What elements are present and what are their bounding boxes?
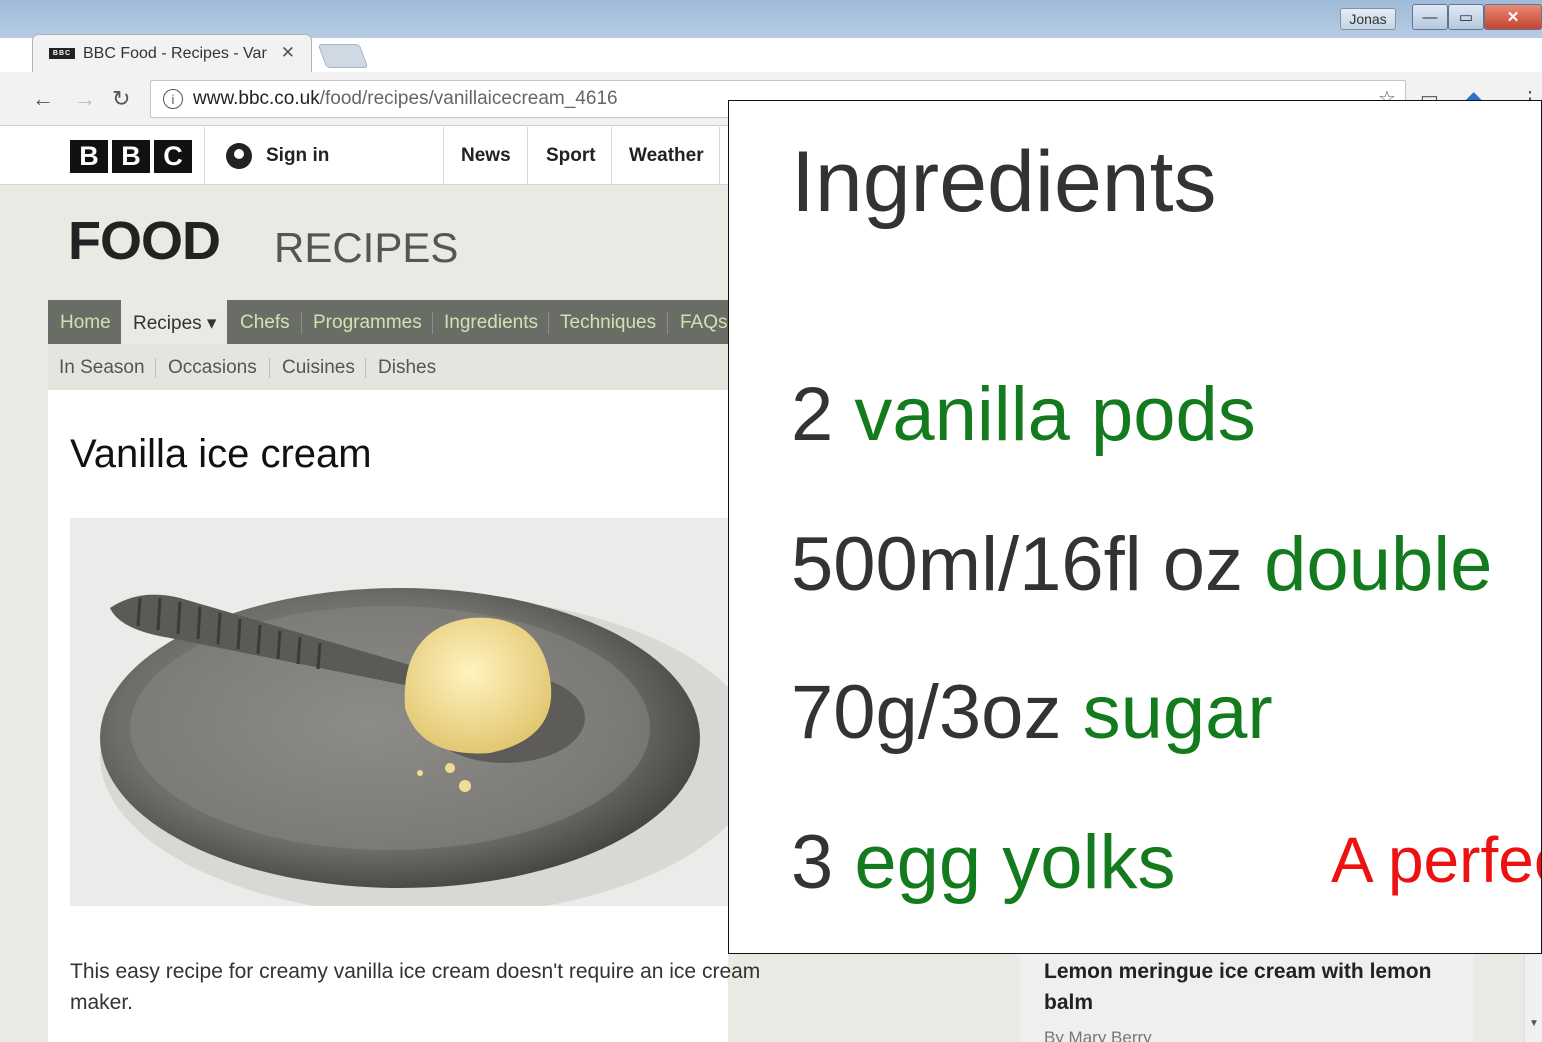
- divider: [432, 312, 433, 334]
- ingredients-heading: Ingredients: [791, 134, 1217, 230]
- ingredient-item: 2 vanilla pods: [791, 372, 1256, 457]
- info-icon[interactable]: i: [163, 89, 183, 109]
- scroll-down-icon[interactable]: ▼: [1529, 1018, 1539, 1029]
- ingredients-zoom-overlay: Ingredients 2 vanilla pods 500ml/16fl oz…: [728, 100, 1542, 954]
- main-nav-techniques[interactable]: Techniques: [560, 312, 656, 334]
- close-window-button[interactable]: ✕: [1484, 4, 1542, 30]
- forward-arrow-icon[interactable]: →: [74, 86, 96, 112]
- divider: [365, 358, 366, 378]
- nav-weather[interactable]: Weather: [629, 145, 704, 167]
- url-host: www.bbc.co.uk: [193, 88, 320, 109]
- new-tab-button[interactable]: [317, 44, 369, 68]
- bbc-logo[interactable]: B B C: [70, 140, 192, 173]
- main-nav-home[interactable]: Home: [60, 312, 111, 334]
- bbc-favicon-icon: BBC: [49, 48, 75, 59]
- sub-nav-dishes[interactable]: Dishes: [378, 357, 436, 379]
- recipe-description: This easy recipe for creamy vanilla ice …: [70, 960, 761, 1014]
- main-nav-ingredients[interactable]: Ingredients: [444, 312, 538, 334]
- annotation-text: A perfect: [1331, 824, 1541, 896]
- sign-in-link[interactable]: Sign in: [226, 143, 329, 169]
- main-nav-programmes[interactable]: Programmes: [313, 312, 422, 334]
- window-titlebar: [0, 0, 1542, 38]
- reload-icon[interactable]: ↻: [112, 86, 130, 112]
- minimize-button[interactable]: —: [1412, 4, 1448, 30]
- ingredient-item: 70g/3oz sugar: [791, 670, 1273, 755]
- divider: [548, 312, 549, 334]
- related-recipe-author: By Mary Berry: [1044, 1028, 1152, 1042]
- ingredient-item: 500ml/16fl oz double: [791, 522, 1493, 607]
- back-arrow-icon[interactable]: ←: [32, 86, 54, 112]
- nav-sport[interactable]: Sport: [546, 145, 596, 167]
- related-recipe-title[interactable]: Lemon meringue ice cream with lemon balm: [1044, 956, 1444, 1018]
- divider: [443, 127, 444, 185]
- food-logo[interactable]: FOOD: [68, 210, 221, 272]
- sub-nav-occasions[interactable]: Occasions: [168, 357, 257, 379]
- tab-title: BBC Food - Recipes - Var: [83, 44, 267, 62]
- main-nav-chefs[interactable]: Chefs: [240, 312, 290, 334]
- divider: [301, 312, 302, 334]
- sub-nav-in-season[interactable]: In Season: [59, 357, 145, 379]
- divider: [269, 358, 270, 378]
- divider: [667, 312, 668, 334]
- close-tab-icon[interactable]: ✕: [281, 43, 295, 63]
- recipe-title: Vanilla ice cream: [70, 432, 372, 476]
- url-path: /food/recipes/vanillaicecream_4616: [319, 88, 618, 109]
- recipe-photo: [70, 518, 728, 906]
- main-nav-faqs[interactable]: FAQs: [680, 312, 728, 334]
- user-icon: [226, 143, 252, 169]
- maximize-button[interactable]: ▭: [1448, 4, 1484, 30]
- main-nav-recipes[interactable]: Recipes ▾: [133, 312, 216, 335]
- divider: [155, 358, 156, 378]
- sub-nav-cuisines[interactable]: Cuisines: [282, 357, 355, 379]
- profile-button[interactable]: Jonas: [1340, 8, 1396, 30]
- recipes-logo[interactable]: RECIPES: [274, 224, 458, 272]
- ingredient-item: 3 egg yolks: [791, 820, 1176, 905]
- divider: [719, 127, 720, 185]
- browser-tab[interactable]: BBC BBC Food - Recipes - Var ✕: [32, 34, 312, 72]
- nav-news[interactable]: News: [461, 145, 511, 167]
- divider: [527, 127, 528, 185]
- divider: [204, 127, 205, 185]
- divider: [611, 127, 612, 185]
